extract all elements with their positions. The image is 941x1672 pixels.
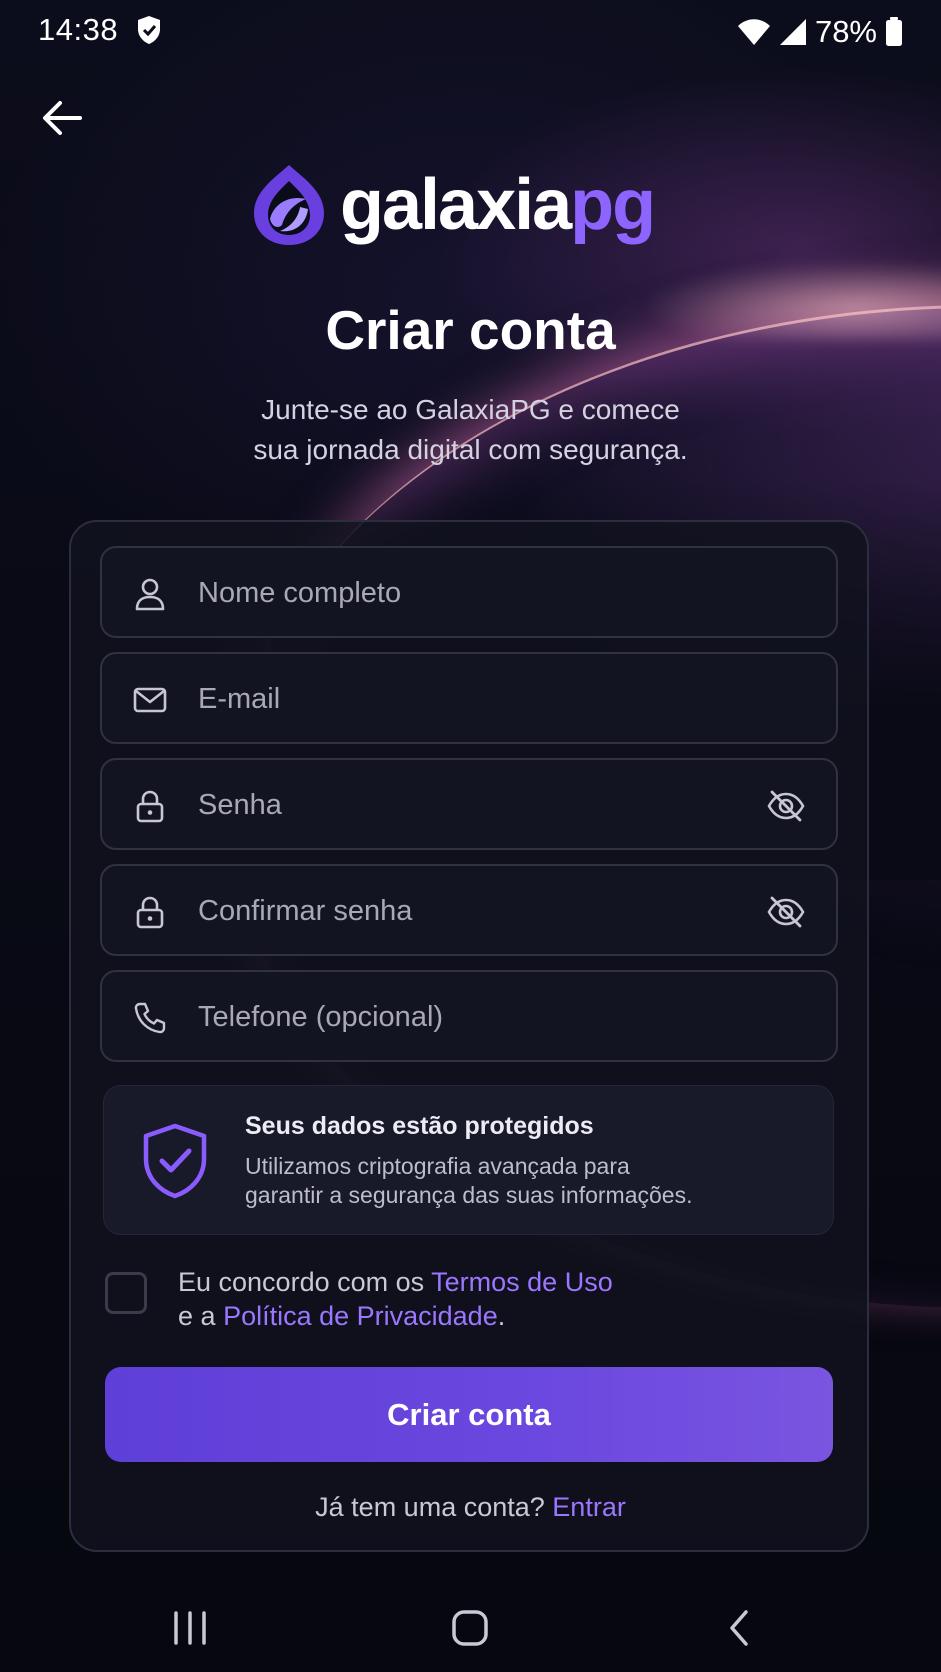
- home-icon[interactable]: [440, 1598, 500, 1658]
- email-field[interactable]: [100, 652, 838, 744]
- security-text: Utilizamos criptografia avançada para ga…: [245, 1153, 693, 1208]
- subtitle-line-1: Junte-se ao GalaxiaPG e comece: [261, 394, 680, 425]
- lock-icon: [136, 896, 164, 929]
- back-button[interactable]: [36, 92, 88, 144]
- terms-text: Eu concordo com os Termos de Uso e a Pol…: [178, 1267, 613, 1331]
- phone-field[interactable]: [100, 970, 838, 1062]
- subtitle-line-2: sua jornada digital com segurança.: [253, 434, 688, 465]
- phone-input[interactable]: [196, 972, 760, 1062]
- system-nav-bar: [0, 1580, 941, 1672]
- password-input[interactable]: [196, 760, 760, 850]
- page-title: Criar conta: [325, 299, 616, 361]
- status-bar: 14:38 78%: [0, 0, 941, 62]
- page-subtitle: Junte-se ao GalaxiaPG e comece sua jorna…: [0, 390, 941, 470]
- status-time: 14:38: [38, 12, 119, 47]
- wifi-icon: [737, 19, 770, 45]
- recent-apps-icon[interactable]: [160, 1598, 220, 1658]
- battery-icon: [886, 17, 902, 46]
- logo-word: galaxia: [340, 165, 572, 245]
- mail-icon: [133, 687, 167, 713]
- name-input[interactable]: [196, 548, 760, 638]
- name-field[interactable]: [100, 546, 838, 638]
- signal-icon: [779, 19, 806, 45]
- terms-of-use-link[interactable]: Termos de Uso: [431, 1267, 613, 1297]
- terms-checkbox[interactable]: [105, 1272, 147, 1314]
- security-title: Seus dados estão protegidos: [245, 1112, 594, 1140]
- shield-check-icon: [143, 1123, 207, 1199]
- confirm-password-input[interactable]: [196, 866, 760, 956]
- privacy-policy-link[interactable]: Política de Privacidade: [223, 1301, 498, 1331]
- galaxy-logo-icon: [254, 165, 324, 245]
- battery-percent: 78%: [814, 14, 877, 49]
- login-prompt: Já tem uma conta? Entrar: [315, 1492, 626, 1522]
- email-input[interactable]: [196, 654, 760, 744]
- security-notice: Seus dados estão protegidos Utilizamos c…: [103, 1085, 834, 1235]
- logo-accent: pg: [570, 165, 656, 245]
- confirm-password-field[interactable]: [100, 864, 838, 956]
- logo: galaxiapg: [250, 160, 656, 250]
- eye-off-icon[interactable]: [766, 786, 806, 826]
- lock-icon: [136, 790, 164, 823]
- arrow-left-icon: [43, 101, 82, 135]
- user-icon: [135, 578, 165, 611]
- back-icon[interactable]: [710, 1598, 770, 1658]
- password-field[interactable]: [100, 758, 838, 850]
- logo-text: galaxiapg: [340, 169, 656, 241]
- shield-icon: [138, 16, 160, 44]
- create-account-button[interactable]: Criar conta: [105, 1367, 833, 1462]
- phone-icon: [134, 1002, 166, 1034]
- login-link[interactable]: Entrar: [552, 1492, 626, 1522]
- eye-off-icon[interactable]: [766, 892, 806, 932]
